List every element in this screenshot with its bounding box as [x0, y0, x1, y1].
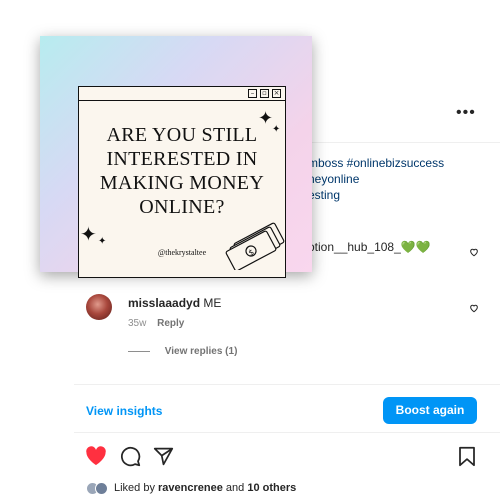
boost-again-button[interactable]: Boost again — [383, 397, 477, 424]
comment-icon[interactable] — [120, 446, 141, 467]
bookmark-icon[interactable] — [458, 446, 476, 467]
caption-line-1[interactable]: mboss #onlinebizsuccess — [308, 156, 444, 170]
window-maximize-icon: ▫ — [260, 89, 269, 98]
window-title-bar: – ▫ × — [79, 87, 285, 101]
sparkle-icon: ✦ — [258, 108, 274, 129]
caption-line-3[interactable]: esting — [308, 188, 340, 202]
money-stack-icon: $ — [225, 222, 285, 270]
window-close-icon: × — [272, 89, 281, 98]
actions-divider — [74, 432, 500, 433]
comment-like-heart-icon-2[interactable] — [469, 303, 479, 313]
sparkle-icon-left: ✦ — [80, 222, 97, 246]
comment-meta: 35w Reply — [128, 318, 184, 329]
share-icon[interactable] — [153, 446, 174, 467]
post-image[interactable]: – ▫ × ARE YOU STILL INTERESTED IN MAKING… — [40, 36, 312, 278]
comment-row: misslaaadyd ME — [128, 296, 221, 310]
commenter-avatar[interactable] — [86, 294, 112, 320]
view-insights-link[interactable]: View insights — [86, 404, 162, 418]
reply-link[interactable]: Reply — [157, 318, 184, 329]
sparkle-icon-left-small: ✦ — [98, 236, 107, 247]
liked-by-others[interactable]: 10 others — [247, 482, 296, 494]
partial-comment: otion__hub_108_💚💚 — [308, 240, 431, 254]
liked-by-row: Liked by ravencrenee and 10 others — [114, 482, 296, 494]
insights-divider — [74, 384, 500, 385]
comment-username[interactable]: misslaaadyd — [128, 296, 200, 310]
post-image-headline: ARE YOU STILL INTERESTED IN MAKING MONEY… — [79, 123, 285, 219]
view-replies-link[interactable]: View replies (1) — [128, 346, 237, 357]
headline-line-2: INTERESTED IN — [106, 148, 258, 170]
comment-body: ME — [203, 296, 222, 310]
comment-like-heart-icon[interactable] — [469, 247, 479, 257]
caption-line-2[interactable]: neyonline — [308, 172, 359, 186]
sparkle-icon-small: ✦ — [272, 124, 281, 135]
liked-by-prefix: Liked by — [114, 482, 159, 494]
view-replies-line — [128, 350, 150, 352]
headline-line-3: MAKING MONEY — [99, 172, 265, 194]
headline-line-1: ARE YOU STILL — [106, 124, 258, 146]
header-divider — [300, 142, 500, 143]
window-minimize-icon: – — [248, 89, 257, 98]
comment-age: 35w — [128, 318, 147, 329]
view-replies-label: View replies (1) — [164, 346, 238, 357]
liked-by-middle: and — [222, 482, 248, 494]
liker-avatar-2[interactable] — [95, 482, 108, 495]
heart-icon[interactable] — [85, 446, 107, 466]
instagram-post-page: ••• mboss #onlinebizsuccess neyonline es… — [0, 0, 500, 500]
more-options-icon[interactable]: ••• — [456, 104, 476, 122]
liked-by-user[interactable]: ravencrenee — [158, 482, 223, 494]
